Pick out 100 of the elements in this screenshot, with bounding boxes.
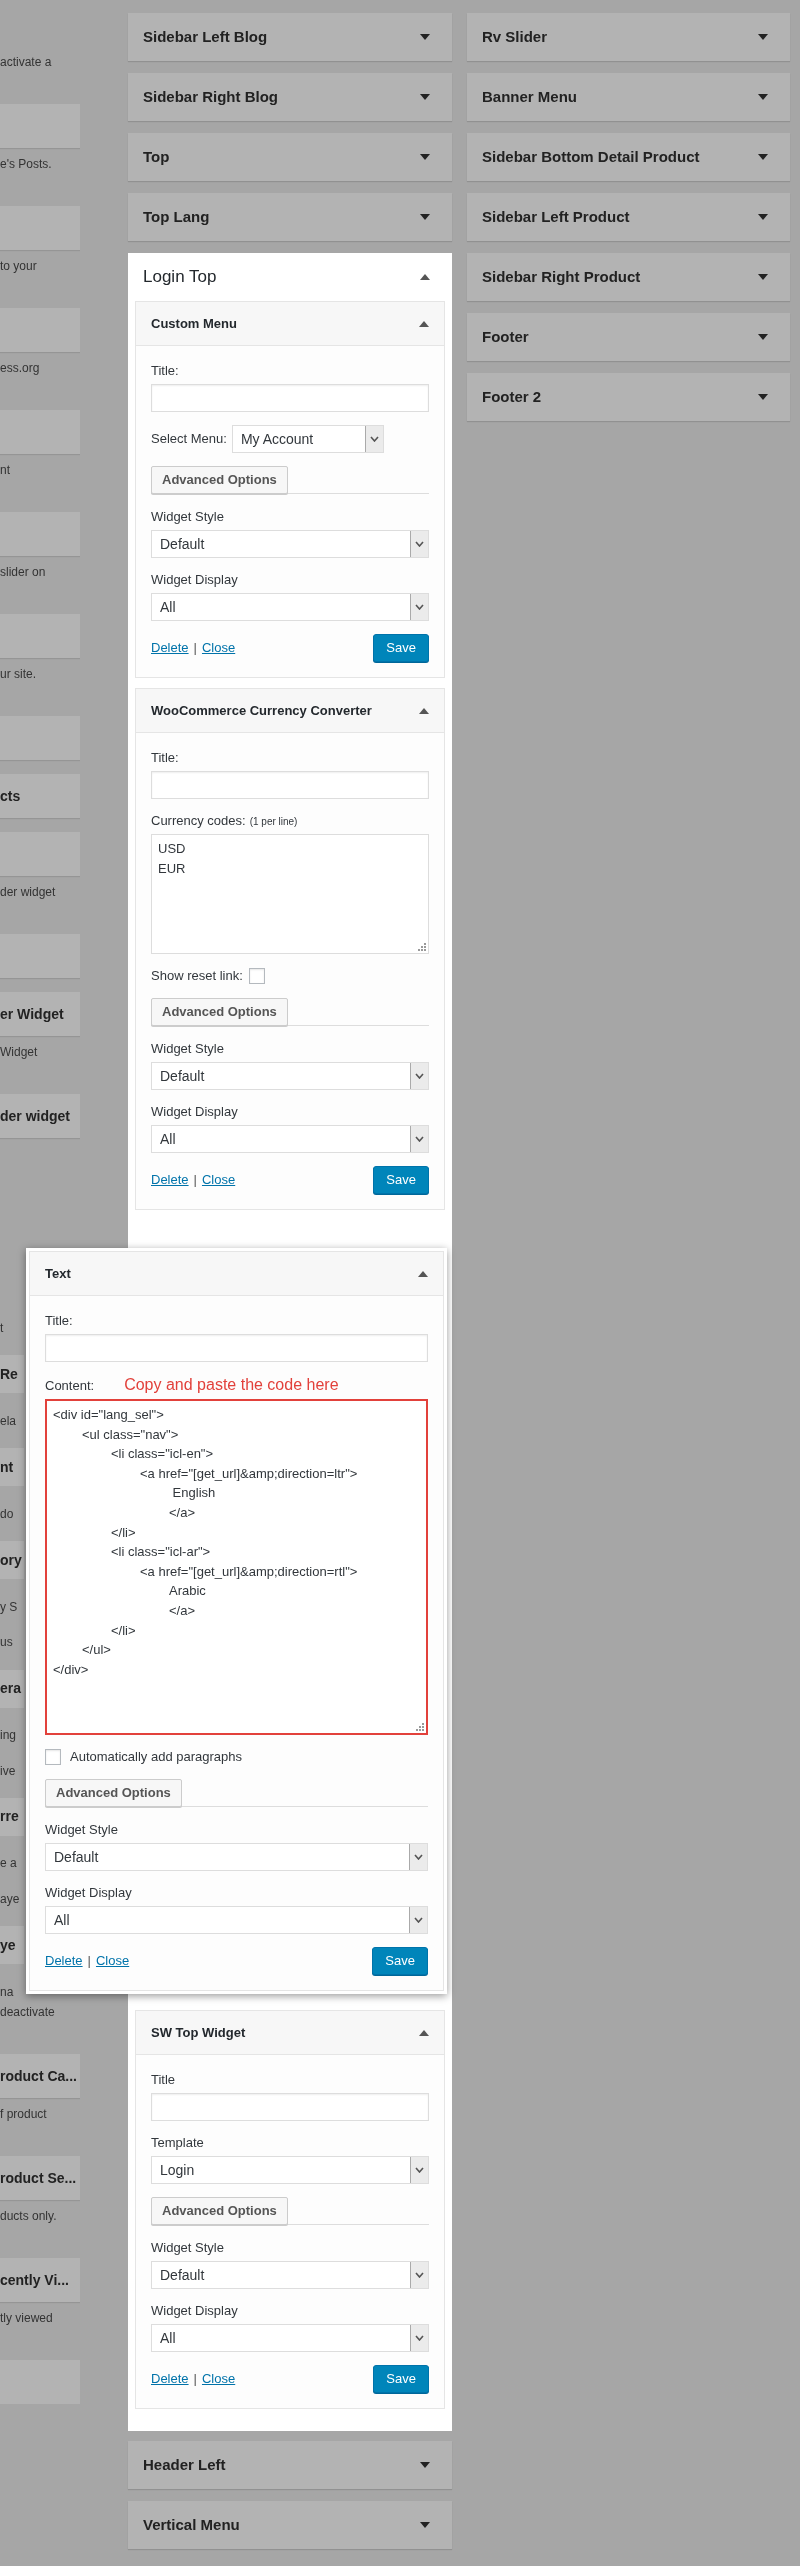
dropdown[interactable]: Default: [151, 2261, 429, 2289]
widget-tile[interactable]: nt: [0, 1448, 24, 1487]
widget-tile[interactable]: [0, 410, 80, 454]
widget-tile[interactable]: [0, 206, 80, 250]
advanced-options-button[interactable]: Advanced Options: [45, 1779, 182, 1807]
widget-tile[interactable]: [0, 614, 80, 658]
triangle-up-icon[interactable]: [420, 274, 430, 280]
text-field[interactable]: [151, 384, 429, 412]
text-link[interactable]: Delete: [151, 2369, 189, 2389]
sidebar-header[interactable]: Login Top: [135, 253, 445, 301]
widget-header[interactable]: Text: [30, 1252, 443, 1296]
sidebar-header[interactable]: Top Lang: [128, 193, 452, 241]
sidebar-header[interactable]: Footer 2: [467, 373, 790, 421]
widget-tile[interactable]: cently Vi...: [0, 2258, 80, 2302]
triangle-up-icon[interactable]: [419, 2029, 429, 2036]
widget-tile[interactable]: [0, 832, 80, 876]
dropdown[interactable]: All: [45, 1906, 428, 1934]
resize-grip-icon[interactable]: [416, 1723, 424, 1731]
widget-tile[interactable]: [0, 934, 80, 978]
widget-tile[interactable]: Re: [0, 1355, 24, 1394]
text-field[interactable]: [151, 2093, 429, 2121]
triangle-down-icon[interactable]: [420, 2462, 430, 2468]
save-button[interactable]: Save: [373, 2365, 429, 2393]
dropdown[interactable]: All: [151, 593, 429, 621]
text-link[interactable]: Close: [201, 638, 236, 658]
text-link[interactable]: Close: [95, 1951, 130, 1971]
text-field[interactable]: [151, 771, 429, 799]
widget-tile[interactable]: [0, 512, 80, 556]
advanced-options-button[interactable]: Advanced Options: [151, 998, 288, 1026]
sidebar-header[interactable]: Sidebar Right Product: [467, 253, 790, 301]
sidebar-header[interactable]: Vertical Menu: [128, 2501, 452, 2549]
triangle-down-icon[interactable]: [758, 214, 768, 220]
resize-grip-icon[interactable]: [418, 943, 426, 951]
dropdown[interactable]: Default: [151, 1062, 429, 1090]
text-link[interactable]: Delete: [45, 1951, 83, 1971]
sidebar-header[interactable]: Sidebar Bottom Detail Product: [467, 133, 790, 181]
dropdown[interactable]: Login: [151, 2156, 429, 2184]
chevron-down-icon[interactable]: [414, 1854, 423, 1860]
triangle-down-icon[interactable]: [420, 214, 430, 220]
triangle-down-icon[interactable]: [420, 154, 430, 160]
text-link[interactable]: Delete: [151, 638, 189, 658]
sidebar-header[interactable]: Banner Menu: [467, 73, 790, 121]
chevron-down-icon[interactable]: [415, 2335, 424, 2341]
widget-header[interactable]: WooCommerce Currency Converter: [136, 689, 444, 733]
triangle-down-icon[interactable]: [758, 274, 768, 280]
widget-header[interactable]: Custom Menu: [136, 302, 444, 346]
widget-tile[interactable]: roduct Ca...: [0, 2054, 80, 2098]
triangle-down-icon[interactable]: [758, 394, 768, 400]
widget-tile[interactable]: [0, 716, 80, 760]
triangle-down-icon[interactable]: [420, 94, 430, 100]
triangle-down-icon[interactable]: [420, 34, 430, 40]
chevron-down-icon[interactable]: [415, 1073, 424, 1079]
triangle-up-icon[interactable]: [419, 707, 429, 714]
advanced-options-button[interactable]: Advanced Options: [151, 466, 288, 494]
advanced-options-button[interactable]: Advanced Options: [151, 2197, 288, 2225]
triangle-down-icon[interactable]: [758, 34, 768, 40]
widget-tile[interactable]: ory: [0, 1541, 24, 1580]
text-field[interactable]: [45, 1334, 428, 1362]
textarea-field[interactable]: <div id="lang_sel"> <ul class="nav"> <li class="icl-en"> <a href="[get_url]&amp;direction=ltr"> English </a> </li> <li class="icl-ar"> <a href="[get_url]&amp;direction=rtl"> Arabic </a> </li> </ul> </div>: [45, 1399, 428, 1735]
widget-tile[interactable]: roduct Se...: [0, 2156, 80, 2200]
save-button[interactable]: Save: [373, 1166, 429, 1194]
text-link[interactable]: Close: [201, 1170, 236, 1190]
save-button[interactable]: Save: [373, 634, 429, 662]
dropdown[interactable]: All: [151, 1125, 429, 1153]
triangle-down-icon[interactable]: [758, 94, 768, 100]
save-button[interactable]: Save: [372, 1947, 428, 1975]
triangle-up-icon[interactable]: [419, 320, 429, 327]
sidebar-header[interactable]: Rv Slider: [467, 13, 790, 61]
triangle-up-icon[interactable]: [418, 1270, 428, 1277]
triangle-down-icon[interactable]: [758, 334, 768, 340]
text-link[interactable]: Delete: [151, 1170, 189, 1190]
widget-tile[interactable]: [0, 104, 80, 148]
widget-tile[interactable]: rre: [0, 1798, 24, 1836]
widget-header[interactable]: SW Top Widget: [136, 2011, 444, 2055]
dropdown[interactable]: All: [151, 2324, 429, 2352]
sidebar-header[interactable]: Sidebar Right Blog: [128, 73, 452, 121]
chevron-down-icon[interactable]: [415, 2272, 424, 2278]
chevron-down-icon[interactable]: [415, 541, 424, 547]
widget-tile[interactable]: er Widget: [0, 992, 80, 1036]
dropdown[interactable]: Default: [151, 530, 429, 558]
chevron-down-icon[interactable]: [415, 1136, 424, 1142]
checkbox[interactable]: [248, 968, 265, 984]
text-link[interactable]: Close: [201, 2369, 236, 2389]
triangle-down-icon[interactable]: [758, 154, 768, 160]
widget-tile[interactable]: der widget: [0, 1094, 80, 1138]
sidebar-header[interactable]: Sidebar Left Blog: [128, 13, 452, 61]
widget-tile[interactable]: era: [0, 1669, 24, 1708]
chevron-down-icon[interactable]: [415, 2167, 424, 2173]
sidebar-header[interactable]: Footer: [467, 313, 790, 361]
checkbox[interactable]: [45, 1749, 61, 1765]
widget-tile[interactable]: ye: [0, 1926, 24, 1965]
triangle-down-icon[interactable]: [420, 2522, 430, 2528]
chevron-down-icon[interactable]: [414, 1917, 423, 1923]
chevron-down-icon[interactable]: [369, 436, 379, 442]
chevron-down-icon[interactable]: [415, 604, 424, 610]
dropdown[interactable]: My Account: [231, 425, 384, 453]
widget-tile[interactable]: [0, 308, 80, 352]
sidebar-header[interactable]: Sidebar Left Product: [467, 193, 790, 241]
widget-tile[interactable]: cts: [0, 774, 80, 818]
dropdown[interactable]: Default: [45, 1843, 428, 1871]
